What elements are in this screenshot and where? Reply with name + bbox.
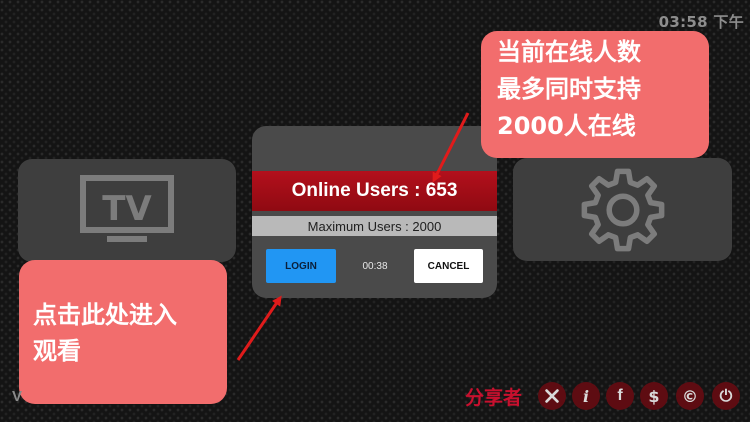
cancel-button[interactable]: CANCEL <box>414 249 483 283</box>
tools-glyph <box>545 389 559 403</box>
login-button[interactable]: LOGIN <box>266 249 336 283</box>
maximum-users: Maximum Users : 2000 <box>252 216 497 236</box>
version-label: V <box>12 388 23 405</box>
callout-login-hint: 点击此处进入 观看 <box>19 260 227 404</box>
countdown-timer: 00:38 <box>362 260 388 272</box>
callout-top-line-2: 最多同时支持 <box>497 75 641 103</box>
callout-top-line-3: 2000人在线 <box>497 112 636 140</box>
online-users-count: Online Users : 653 <box>252 171 497 211</box>
power-icon[interactable]: ⏻ <box>712 382 740 410</box>
tv-icon: TV <box>80 174 174 242</box>
copyright-icon[interactable]: © <box>676 382 704 410</box>
facebook-icon[interactable]: f <box>606 382 634 410</box>
gear-icon <box>581 168 664 251</box>
info-icon[interactable]: i <box>572 382 600 410</box>
callout-bottom-line-1: 点击此处进入 <box>33 301 177 329</box>
callout-bottom-line-2: 观看 <box>33 337 81 365</box>
dollar-icon[interactable]: $ <box>640 382 668 410</box>
status-clock: 03:58 下午 <box>658 13 744 31</box>
arrow-to-login <box>236 295 282 361</box>
callout-online-info: 当前在线人数 最多同时支持 2000人在线 <box>481 31 709 158</box>
callout-top-line-1: 当前在线人数 <box>497 38 641 66</box>
svg-text:TV: TV <box>102 189 152 229</box>
online-users-dialog: Online Users : 653 Maximum Users : 2000 … <box>252 126 497 298</box>
settings-tile[interactable] <box>513 158 732 261</box>
tv-tile[interactable]: TV <box>18 159 236 262</box>
tools-icon[interactable] <box>538 382 566 410</box>
watermark: 分享者 <box>465 387 523 409</box>
